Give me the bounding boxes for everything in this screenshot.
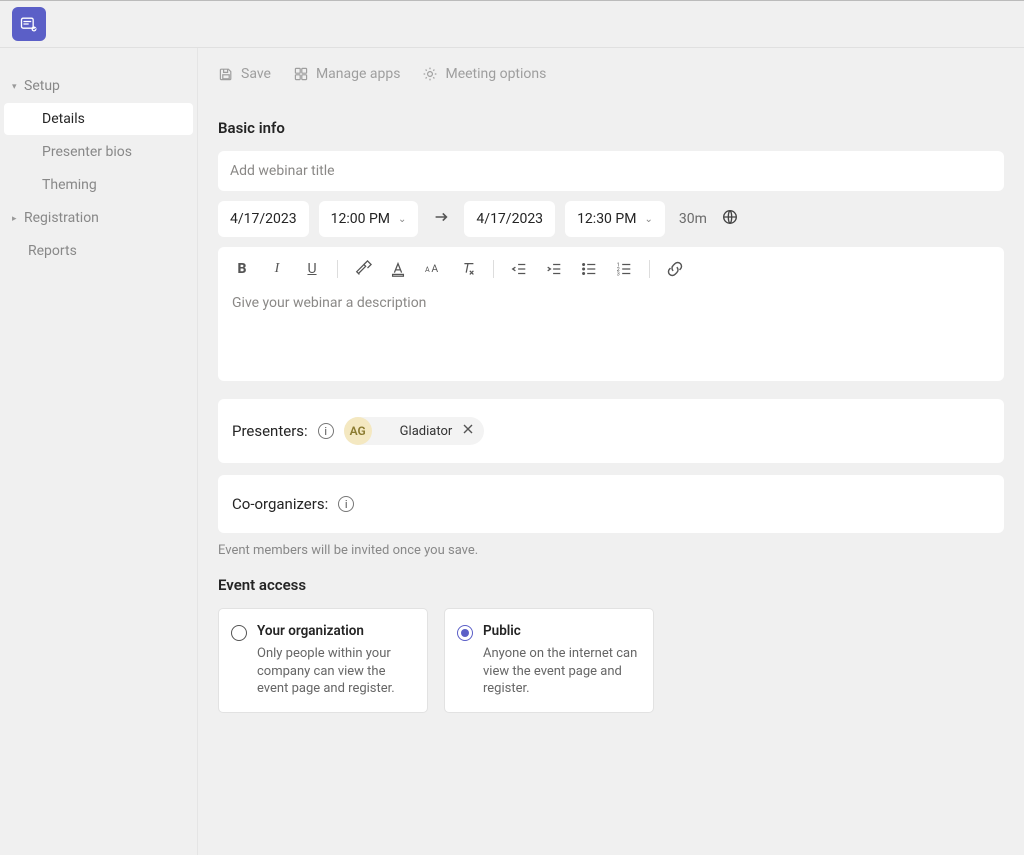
sidebar-item-presenter-bios[interactable]: Presenter bios — [4, 136, 193, 168]
sidebar-item-label: Reports — [28, 243, 77, 259]
end-time-picker[interactable]: 12:30 PM ⌄ — [565, 201, 665, 237]
chevron-right-icon: ▸ — [12, 214, 17, 224]
chevron-down-icon: ⌄ — [398, 214, 406, 225]
timezone-button[interactable] — [721, 208, 739, 230]
font-color-button[interactable] — [388, 259, 408, 279]
presenter-chip: AG Gladiator — [344, 417, 485, 445]
underline-button[interactable]: U — [302, 259, 322, 279]
access-option-public[interactable]: Public Anyone on the internet can view t… — [444, 608, 654, 713]
app-icon[interactable] — [12, 7, 46, 41]
italic-button[interactable]: I — [267, 259, 287, 279]
invite-note: Event members will be invited once you s… — [218, 543, 1004, 558]
duration-text: 30m — [675, 211, 711, 227]
sidebar-item-reports[interactable]: Reports — [4, 235, 193, 267]
start-date-picker[interactable]: 4/17/2023 — [218, 201, 309, 237]
coorganizers-label: Co-organizers: — [232, 495, 328, 513]
end-date-picker[interactable]: 4/17/2023 — [464, 201, 555, 237]
separator — [493, 260, 494, 278]
event-access-options: Your organization Only people within you… — [218, 608, 1004, 713]
remove-presenter-button[interactable] — [462, 423, 474, 439]
coorganizers-field[interactable]: Co-organizers: i — [218, 475, 1004, 533]
save-button[interactable]: Save — [218, 66, 271, 82]
event-access-heading: Event access — [218, 576, 1004, 594]
chevron-down-icon: ▾ — [12, 82, 17, 92]
indent-button[interactable] — [544, 259, 564, 279]
sidebar-item-details[interactable]: Details — [4, 103, 193, 135]
globe-icon — [721, 208, 739, 226]
chevron-down-icon: ⌄ — [644, 214, 652, 225]
sidebar-item-label: Details — [42, 111, 85, 127]
sidebar-item-label: Presenter bios — [42, 144, 132, 160]
sidebar-group-label: Setup — [24, 78, 60, 94]
sidebar-group-registration[interactable]: ▸ Registration — [0, 202, 197, 234]
webinar-title-input[interactable]: Add webinar title — [218, 151, 1004, 191]
link-button[interactable] — [665, 259, 685, 279]
svg-text:A: A — [431, 262, 438, 275]
sidebar-item-label: Theming — [42, 177, 97, 193]
content-toolbar: Save Manage apps Meeting options — [198, 48, 1024, 97]
sidebar: ▾ Setup Details Presenter bios Theming ▸… — [0, 48, 198, 855]
toolbar-label: Manage apps — [316, 66, 401, 82]
editor-toolbar: B I U AA — [218, 247, 1004, 291]
chip-name: Gladiator — [400, 424, 453, 439]
avatar: AG — [344, 417, 372, 445]
numbered-list-button[interactable]: 123 — [614, 259, 634, 279]
toolbar-label: Meeting options — [445, 66, 546, 82]
font-size-button[interactable]: AA — [423, 259, 443, 279]
svg-text:A: A — [425, 265, 430, 274]
access-option-desc: Only people within your company can view… — [257, 645, 415, 698]
close-icon — [462, 423, 474, 435]
arrow-right-icon — [428, 208, 454, 230]
start-time-value: 12:00 PM — [331, 211, 390, 227]
radio-icon — [231, 625, 247, 641]
info-icon[interactable]: i — [338, 496, 354, 512]
info-icon[interactable]: i — [318, 423, 334, 439]
basic-info-heading: Basic info — [218, 119, 1004, 137]
separator — [337, 260, 338, 278]
access-option-organization[interactable]: Your organization Only people within you… — [218, 608, 428, 713]
top-bar — [0, 0, 1024, 48]
toolbar-label: Save — [241, 66, 271, 82]
placeholder-text: Give your webinar a description — [232, 295, 426, 311]
datetime-row: 4/17/2023 12:00 PM ⌄ 4/17/2023 12:30 PM … — [218, 201, 1004, 237]
outdent-button[interactable] — [509, 259, 529, 279]
access-option-desc: Anyone on the internet can view the even… — [483, 645, 641, 698]
access-option-title: Your organization — [257, 623, 415, 639]
bold-button[interactable]: B — [232, 259, 252, 279]
access-option-title: Public — [483, 623, 641, 639]
presenters-label: Presenters: — [232, 422, 308, 440]
separator — [649, 260, 650, 278]
end-date-value: 4/17/2023 — [476, 211, 543, 227]
description-textarea[interactable]: Give your webinar a description — [218, 291, 1004, 381]
apps-icon — [293, 66, 309, 82]
svg-text:3: 3 — [617, 271, 620, 277]
start-date-value: 4/17/2023 — [230, 211, 297, 227]
sidebar-item-theming[interactable]: Theming — [4, 169, 193, 201]
presenters-field[interactable]: Presenters: i AG Gladiator — [218, 399, 1004, 463]
bullet-list-button[interactable] — [579, 259, 599, 279]
highlighter-button[interactable] — [353, 259, 373, 279]
start-time-picker[interactable]: 12:00 PM ⌄ — [319, 201, 419, 237]
end-time-value: 12:30 PM — [577, 211, 636, 227]
main-content: Save Manage apps Meeting options — [198, 48, 1024, 855]
description-editor: B I U AA — [218, 247, 1004, 381]
sidebar-group-label: Registration — [24, 210, 99, 226]
meeting-options-button[interactable]: Meeting options — [422, 66, 546, 82]
sidebar-group-setup[interactable]: ▾ Setup — [0, 70, 197, 102]
save-icon — [218, 66, 234, 82]
manage-apps-button[interactable]: Manage apps — [293, 66, 401, 82]
placeholder-text: Add webinar title — [230, 163, 335, 179]
gear-icon — [422, 66, 438, 82]
radio-icon — [457, 625, 473, 641]
clear-formatting-button[interactable] — [458, 259, 478, 279]
